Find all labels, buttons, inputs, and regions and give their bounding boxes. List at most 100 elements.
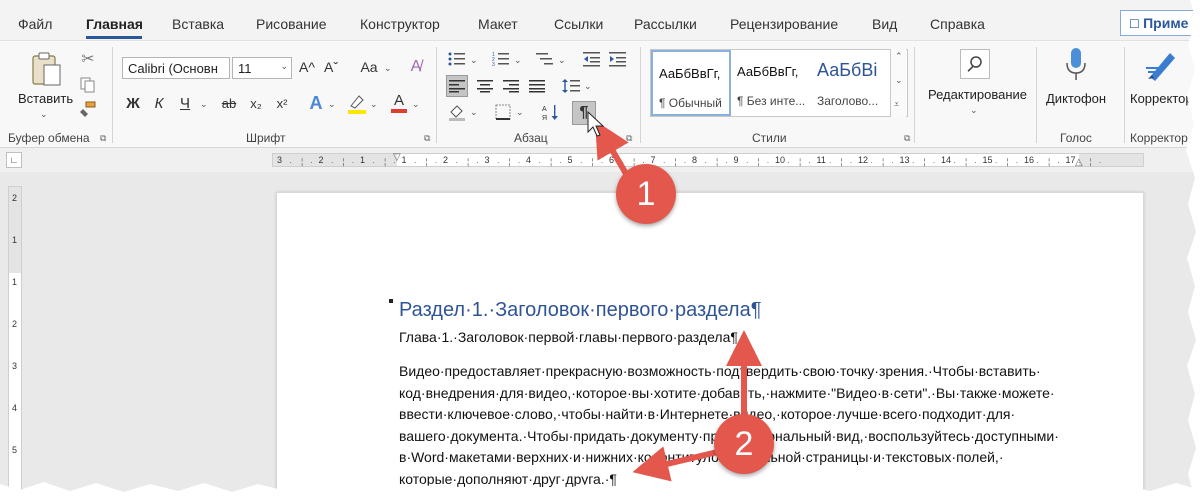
editor-label[interactable]: Корректор <box>1130 91 1193 106</box>
shrink-font-button[interactable]: Aˇ <box>322 57 340 77</box>
tab-insert[interactable]: Вставка <box>172 16 224 32</box>
chevron-down-icon[interactable]: ⌄ <box>558 55 566 66</box>
sort-icon[interactable]: AЯ <box>540 101 562 123</box>
chevron-down-icon[interactable]: ⌄ <box>370 99 378 110</box>
tab-layout[interactable]: Макет <box>478 16 518 32</box>
document-area: 2 1 1 2 3 4 5 Раздел·1.·Заголовок·первого·разд… <box>0 172 1200 496</box>
ruler-tick: · <box>434 158 438 167</box>
chevron-down-icon[interactable]: ⌄ <box>470 107 478 118</box>
microphone-icon[interactable] <box>1062 47 1090 83</box>
chevron-down-icon[interactable]: ⌄ <box>584 81 592 92</box>
font-size-field[interactable]: 11 ⌄ <box>232 57 292 79</box>
ruler-tick: ╎ <box>299 158 305 167</box>
align-left-icon[interactable] <box>446 75 468 97</box>
paragraph-anchor-mark <box>389 299 393 303</box>
vertical-ruler[interactable]: 2 1 1 2 3 4 5 <box>8 186 22 496</box>
dialog-launcher-icon[interactable]: ⧉ <box>904 133 910 144</box>
highlight-icon[interactable] <box>346 91 368 115</box>
tab-draw[interactable]: Рисование <box>256 16 327 32</box>
superscript-button[interactable]: x² <box>272 93 292 113</box>
line-spacing-icon[interactable] <box>560 75 582 97</box>
dialog-launcher-icon[interactable]: ⧉ <box>100 133 106 144</box>
dialog-launcher-icon[interactable]: ⧉ <box>626 133 632 144</box>
tab-file[interactable]: Файл <box>18 16 52 32</box>
style-normal[interactable]: АаБбВвГг, ¶ Обычный <box>651 50 731 116</box>
svg-text:Я: Я <box>542 115 547 121</box>
group-divider <box>112 47 113 143</box>
decrease-indent-icon[interactable] <box>582 49 602 69</box>
italic-button[interactable]: К <box>150 93 168 113</box>
tab-selector[interactable]: ∟ <box>6 152 22 168</box>
ruler-tick: · <box>891 158 894 167</box>
grow-font-button[interactable]: A^ <box>298 57 316 77</box>
numbering-icon[interactable]: 123 <box>490 49 512 69</box>
paste-label: Вставить <box>18 91 74 106</box>
style-heading[interactable]: АаБбВі Заголово... <box>811 50 891 116</box>
ruler-tick: ╎ <box>590 158 596 167</box>
tab-review[interactable]: Рецензирование <box>730 16 838 32</box>
tab-view[interactable]: Вид <box>872 16 897 32</box>
bold-button[interactable]: Ж <box>124 93 142 113</box>
shading-icon[interactable] <box>446 101 468 123</box>
tab-help[interactable]: Справка <box>930 16 985 32</box>
copy-icon[interactable] <box>78 75 98 95</box>
chevron-down-icon[interactable]: ⌄ <box>200 99 208 110</box>
underline-button[interactable]: Ч <box>176 93 194 113</box>
strikethrough-button[interactable]: ab <box>218 93 240 113</box>
chevron-down-icon[interactable]: ⌄ <box>40 109 48 120</box>
heading-2[interactable]: Глава·1.·Заголовок·первой·главы·первого·… <box>399 329 738 345</box>
horizontal-ruler[interactable]: ▽ △ 3 · ╎ · 2 · ╎ · 1 · ╎ · 1 · ╎ · 2 · ╎ · 3 · ╎ · 4 · ╎ · 5 · ╎ · 6 · ╎ ·… <box>272 152 1144 168</box>
svg-text:A: A <box>542 106 547 113</box>
format-painter-icon[interactable] <box>78 99 98 119</box>
ruler-tick: · <box>517 158 521 167</box>
increase-indent-icon[interactable] <box>608 49 628 69</box>
ruler-tick: · <box>372 158 376 167</box>
style-no-spacing[interactable]: АаБбВвГг, ¶ Без инте... <box>731 50 811 116</box>
body-line: код·внедрения·для·видео,·которое·вы·хоти… <box>399 384 1055 401</box>
change-case-button[interactable]: Aa <box>356 57 382 77</box>
tab-home[interactable]: Главная <box>86 16 143 32</box>
chevron-up-icon[interactable]: ⌃ <box>895 51 903 62</box>
align-right-icon[interactable] <box>500 75 522 97</box>
chevron-down-icon[interactable]: ⌄ <box>516 107 524 118</box>
align-center-icon[interactable] <box>474 75 496 97</box>
style-sample: АаБбВі <box>817 60 878 80</box>
clear-formatting-icon[interactable]: A̸ <box>404 55 428 79</box>
chevron-down-icon[interactable]: ⌄ <box>470 55 478 66</box>
body-line: которые·дополняют·друг·друга.·¶ <box>399 470 617 487</box>
chevron-down-icon[interactable]: ⌄ <box>328 99 336 110</box>
group-divider <box>640 47 641 143</box>
chevron-down-icon[interactable]: ⌄ <box>412 99 420 110</box>
scissors-icon[interactable]: ✂ <box>78 49 98 69</box>
heading-1[interactable]: Раздел·1.·Заголовок·первого·раздела¶ <box>399 299 761 322</box>
text-effects-button[interactable]: A <box>306 91 326 115</box>
font-color-button[interactable]: A <box>388 91 410 115</box>
ruler-tick: ╎ <box>1088 158 1094 167</box>
justify-icon[interactable] <box>526 75 548 97</box>
ruler-number: 17 <box>1065 155 1076 165</box>
show-formatting-marks-button[interactable]: ¶ <box>572 101 596 125</box>
ruler-tick: · <box>911 158 915 167</box>
tell-me-button[interactable]: ☐ Приме <box>1120 10 1200 36</box>
tab-design[interactable]: Конструктор <box>360 16 440 32</box>
chevron-down-icon[interactable]: ⌄ <box>384 63 392 74</box>
borders-icon[interactable] <box>492 101 514 123</box>
chevron-down-icon[interactable]: ⌄ <box>895 75 903 86</box>
bullets-icon[interactable] <box>446 49 468 69</box>
chevron-down-icon[interactable]: ⌄ <box>514 55 522 66</box>
active-tab-indicator <box>86 36 142 39</box>
more-styles-icon[interactable]: ⩡ <box>894 99 899 110</box>
tab-mailings[interactable]: Рассылки <box>634 16 697 32</box>
document-page[interactable]: Раздел·1.·Заголовок·первого·раздела¶ Гла… <box>276 192 1144 496</box>
ruler-number: 12 <box>858 155 869 165</box>
dialog-launcher-icon[interactable]: ⧉ <box>424 133 430 144</box>
ruler-number: 8 <box>692 155 698 165</box>
tab-references[interactable]: Ссылки <box>554 16 603 32</box>
style-name: ¶ Обычный <box>659 96 722 110</box>
editor-pen-icon[interactable] <box>1144 47 1180 83</box>
font-name-field[interactable]: Calibri (Основн <box>122 57 230 79</box>
paste-button[interactable] <box>28 49 64 89</box>
multilevel-list-icon[interactable] <box>534 49 556 69</box>
subscript-button[interactable]: x₂ <box>246 93 266 113</box>
dictate-label[interactable]: Диктофон <box>1046 91 1106 106</box>
